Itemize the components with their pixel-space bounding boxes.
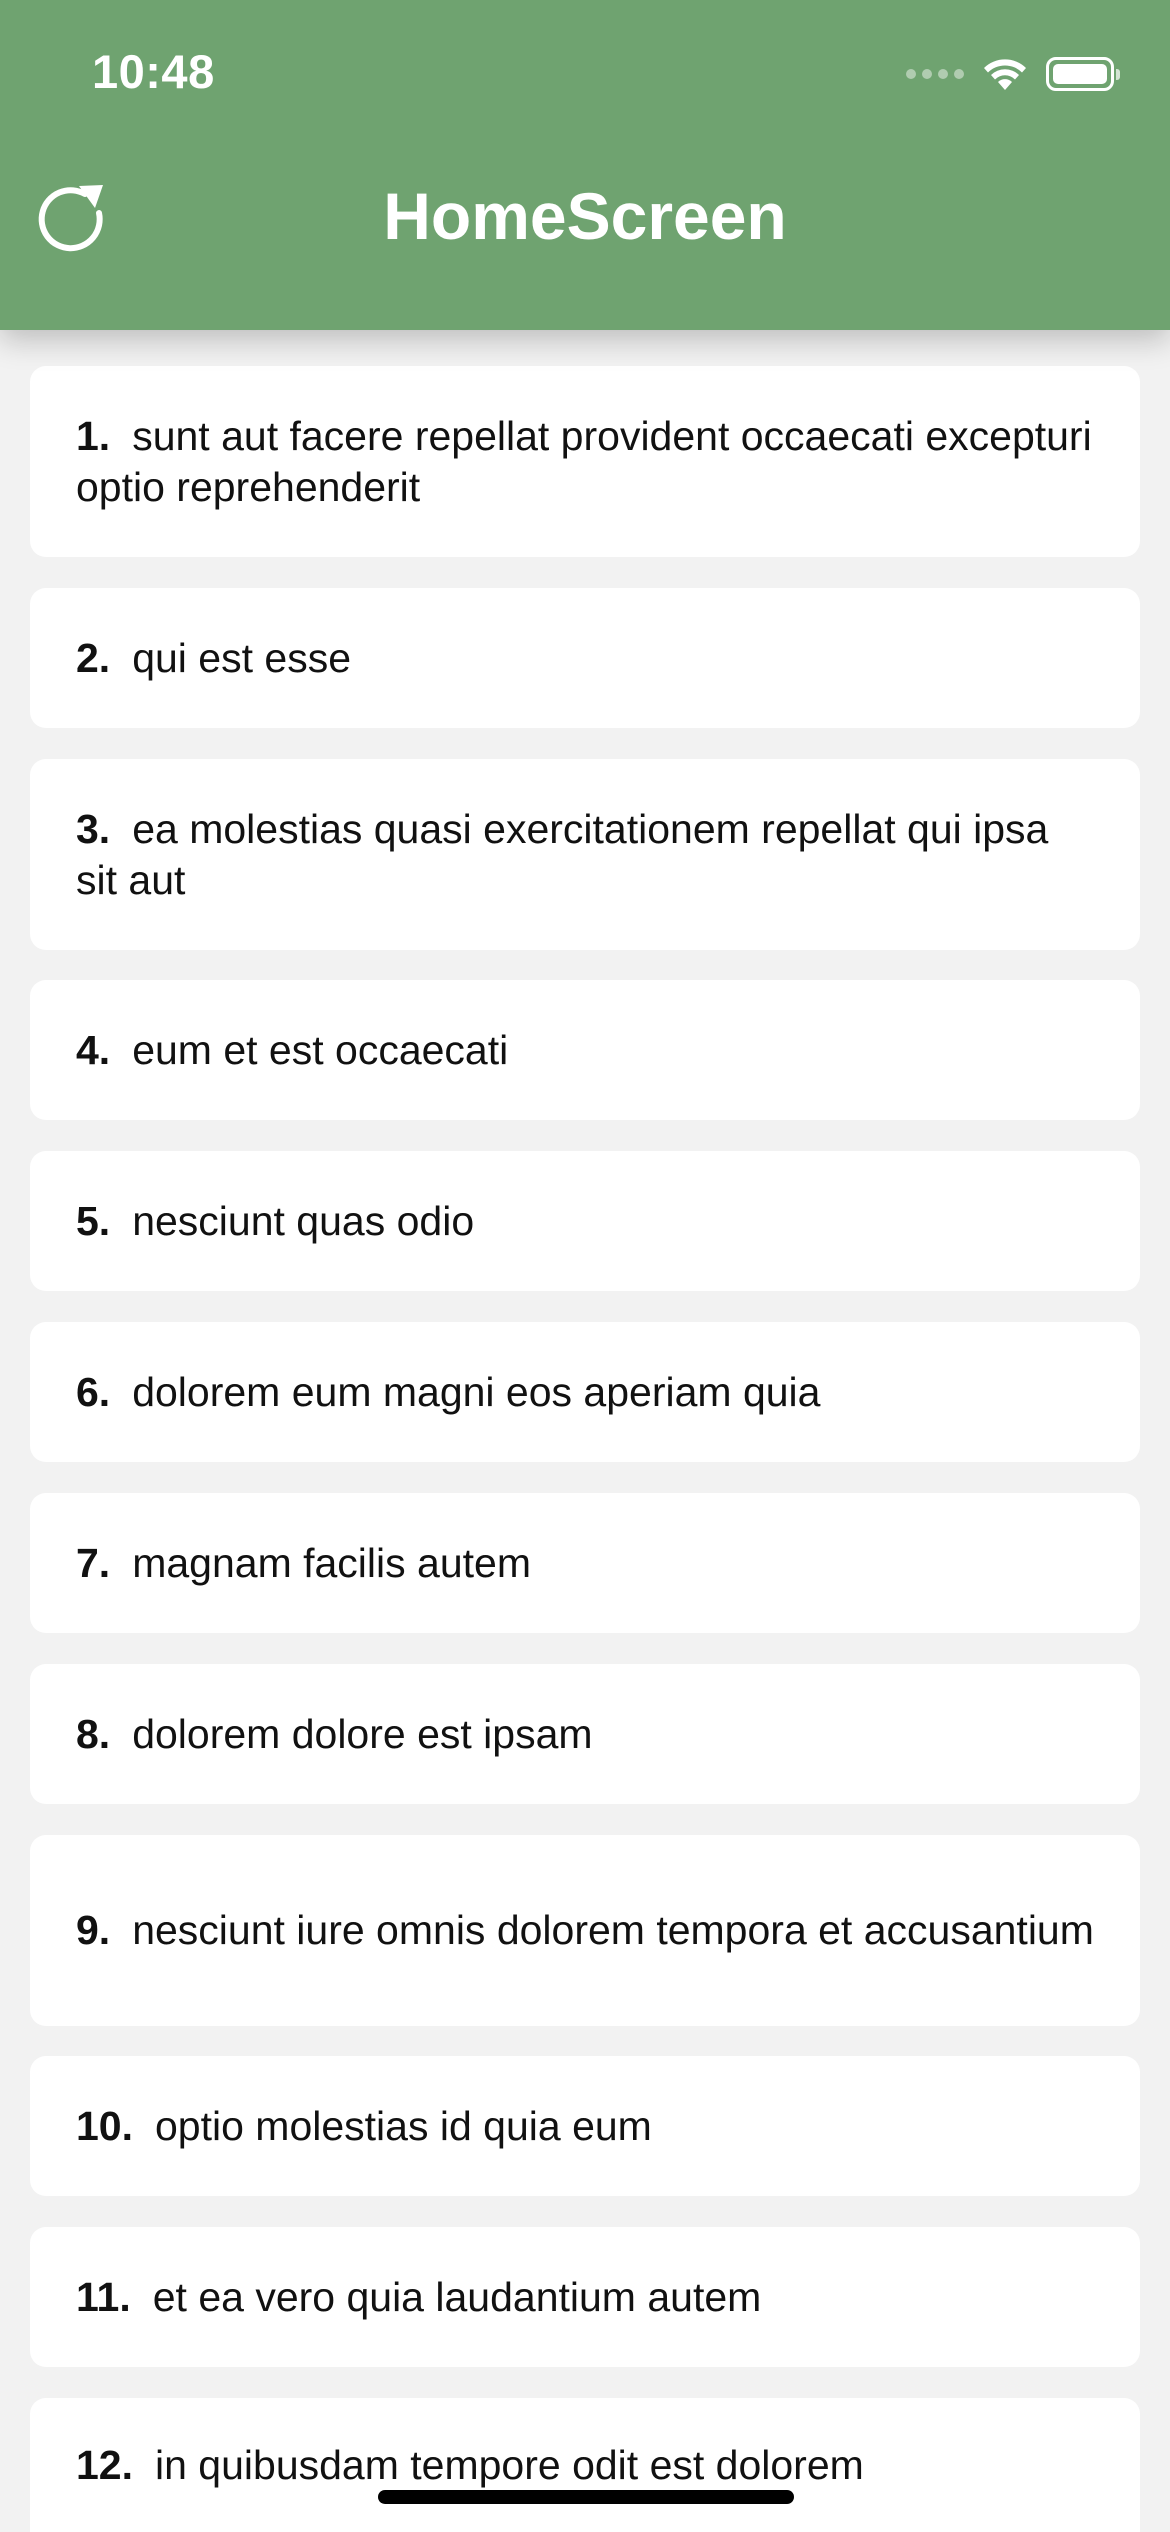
item-number: 8. bbox=[76, 1710, 111, 1757]
list-item[interactable]: 9. nesciunt iure omnis dolorem tempora et… bbox=[30, 1835, 1140, 2026]
item-title: in quibusdam tempore odit est dolorem bbox=[155, 2441, 864, 2488]
item-number: 1. bbox=[76, 412, 111, 459]
list-item[interactable]: 6. dolorem eum magni eos aperiam quia bbox=[30, 1322, 1140, 1462]
item-title: et ea vero quia laudantium autem bbox=[152, 2273, 762, 2320]
status-icons bbox=[906, 50, 1120, 98]
list-item[interactable]: 1. sunt aut facere repellat provident occ… bbox=[30, 366, 1140, 557]
status-time: 10:48 bbox=[92, 45, 215, 98]
battery-icon bbox=[1046, 57, 1120, 91]
item-number: 2. bbox=[76, 634, 111, 681]
list-item[interactable]: 2. qui est esse bbox=[30, 588, 1140, 728]
item-number: 10. bbox=[76, 2102, 133, 2149]
wifi-icon bbox=[984, 59, 1026, 90]
item-title: optio molestias id quia eum bbox=[155, 2102, 652, 2149]
page-title: HomeScreen bbox=[383, 179, 787, 253]
item-title: sunt aut facere repellat provident occae… bbox=[76, 412, 1092, 510]
item-title: dolorem dolore est ipsam bbox=[132, 1710, 593, 1757]
item-number: 7. bbox=[76, 1539, 111, 1586]
list-item[interactable]: 4. eum et est occaecati bbox=[30, 980, 1140, 1120]
list-item[interactable]: 8. dolorem dolore est ipsam bbox=[30, 1664, 1140, 1804]
item-number: 12. bbox=[76, 2441, 133, 2488]
list-item[interactable]: 11. et ea vero quia laudantium autem bbox=[30, 2227, 1140, 2367]
item-title: magnam facilis autem bbox=[132, 1539, 531, 1586]
list-item[interactable]: 3. ea molestias quasi exercitationem repe… bbox=[30, 759, 1140, 950]
item-number: 3. bbox=[76, 805, 111, 852]
item-title: dolorem eum magni eos aperiam quia bbox=[132, 1368, 821, 1415]
list-item[interactable]: 10. optio molestias id quia eum bbox=[30, 2056, 1140, 2196]
list-item[interactable]: 7. magnam facilis autem bbox=[30, 1493, 1140, 1633]
list-item[interactable]: 12. in quibusdam tempore odit est dolorem bbox=[30, 2398, 1140, 2532]
item-title: qui est esse bbox=[132, 634, 351, 681]
list-item[interactable]: 5. nesciunt quas odio bbox=[30, 1151, 1140, 1291]
item-number: 5. bbox=[76, 1197, 111, 1244]
item-title: nesciunt quas odio bbox=[132, 1197, 475, 1244]
item-number: 6. bbox=[76, 1368, 111, 1415]
item-number: 4. bbox=[76, 1026, 111, 1073]
item-number: 11. bbox=[76, 2273, 131, 2320]
item-title: eum et est occaecati bbox=[132, 1026, 509, 1073]
item-title: nesciunt iure omnis dolorem tempora et a… bbox=[132, 1907, 1094, 1953]
home-indicator[interactable] bbox=[378, 2490, 794, 2504]
item-number: 9. bbox=[76, 1907, 111, 1953]
item-title: ea molestias quasi exercitationem repell… bbox=[76, 805, 1049, 903]
app-header: 10:48 HomeScreen bbox=[0, 0, 1170, 330]
cellular-signal-icon bbox=[906, 69, 964, 79]
